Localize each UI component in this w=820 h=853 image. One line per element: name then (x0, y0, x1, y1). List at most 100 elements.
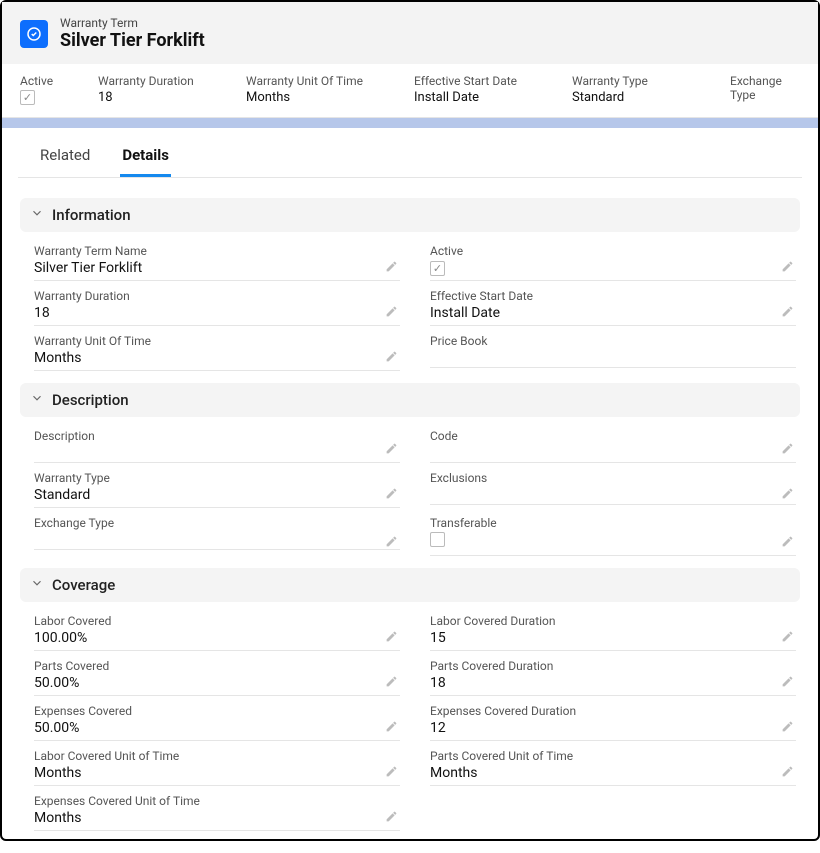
summary-start: Effective Start Date Install Date (414, 74, 564, 105)
edit-icon[interactable] (385, 440, 398, 459)
coverage-fields: Labor Covered 100.00% Labor Covered Dura… (20, 602, 800, 833)
field-value: Months (34, 350, 400, 371)
section-coverage-header[interactable]: Coverage (20, 568, 800, 602)
active-checkbox (20, 90, 35, 105)
section-description-header[interactable]: Description (20, 383, 800, 417)
field-label: Expenses Covered Unit of Time (34, 794, 400, 808)
field-label: Warranty Type (34, 471, 400, 485)
section-description-title: Description (52, 391, 129, 409)
field-parts-covered: Parts Covered 50.00% (34, 653, 400, 698)
edit-icon[interactable] (385, 485, 398, 504)
section-coverage: Coverage Labor Covered 100.00% Labor Cov… (20, 568, 800, 833)
summary-unit-label: Warranty Unit Of Time (246, 74, 406, 88)
field-value: Install Date (430, 305, 796, 326)
field-label: Exclusions (430, 471, 796, 485)
field-label: Parts Covered Duration (430, 659, 796, 673)
field-value (430, 445, 796, 463)
field-value: Months (34, 810, 400, 831)
page-title: Silver Tier Forklift (60, 30, 205, 52)
field-label: Active (430, 244, 796, 258)
field-value: 50.00% (34, 720, 400, 741)
edit-icon[interactable] (781, 673, 794, 692)
field-value: 18 (430, 675, 796, 696)
field-warranty-term-name: Warranty Term Name Silver Tier Forklift (34, 238, 400, 283)
summary-exchange: Exchange Type (730, 74, 800, 105)
field-exchange-type: Exchange Type (34, 510, 400, 558)
field-label: Warranty Duration (34, 289, 400, 303)
field-label: Parts Covered Unit of Time (430, 749, 796, 763)
section-information-title: Information (52, 206, 131, 224)
summary-duration-value: 18 (98, 90, 238, 105)
chevron-down-icon (30, 206, 44, 224)
description-fields: Description Code Warranty Type Standard … (20, 417, 800, 558)
edit-icon[interactable] (385, 808, 398, 827)
field-warranty-unit: Warranty Unit Of Time Months (34, 328, 400, 373)
edit-icon[interactable] (781, 258, 794, 277)
field-label: Expenses Covered Duration (430, 704, 796, 718)
tabs: Related Details (18, 128, 802, 178)
field-label: Expenses Covered (34, 704, 400, 718)
transferable-checkbox (430, 532, 445, 547)
field-labor-covered-unit: Labor Covered Unit of Time Months (34, 743, 400, 788)
edit-icon[interactable] (781, 763, 794, 782)
field-active: Active (430, 238, 796, 283)
field-value (34, 532, 400, 550)
active-checkbox-detail (430, 261, 445, 276)
edit-icon[interactable] (385, 258, 398, 277)
header-kicker: Warranty Term (60, 16, 205, 30)
edit-icon[interactable] (385, 533, 398, 552)
field-labor-covered-duration: Labor Covered Duration 15 (430, 608, 796, 653)
edit-icon[interactable] (385, 628, 398, 647)
edit-icon[interactable] (781, 628, 794, 647)
edit-icon[interactable] (781, 718, 794, 737)
field-value: Months (34, 765, 400, 786)
summary-row: Active Warranty Duration 18 Warranty Uni… (2, 64, 818, 118)
edit-icon[interactable] (385, 673, 398, 692)
tab-details[interactable]: Details (120, 140, 171, 177)
field-parts-covered-duration: Parts Covered Duration 18 (430, 653, 796, 698)
field-label: Transferable (430, 516, 796, 530)
field-expenses-covered-unit: Expenses Covered Unit of Time Months (34, 788, 400, 833)
field-label: Code (430, 429, 796, 443)
section-information-header[interactable]: Information (20, 198, 800, 232)
field-label: Exchange Type (34, 516, 400, 530)
summary-type: Warranty Type Standard (572, 74, 722, 105)
summary-active: Active (20, 74, 90, 105)
field-value: Standard (34, 487, 400, 508)
field-transferable: Transferable (430, 510, 796, 558)
chevron-down-icon (30, 576, 44, 594)
summary-type-value: Standard (572, 90, 722, 105)
summary-unit: Warranty Unit Of Time Months (246, 74, 406, 105)
field-value: 18 (34, 305, 400, 326)
field-value: Months (430, 765, 796, 786)
summary-active-label: Active (20, 74, 90, 88)
edit-icon[interactable] (781, 303, 794, 322)
section-description: Description Description Code Warranty Ty… (20, 383, 800, 558)
field-label: Warranty Term Name (34, 244, 400, 258)
edit-icon[interactable] (781, 440, 794, 459)
field-value: 12 (430, 720, 796, 741)
field-label: Price Book (430, 334, 796, 348)
field-label: Parts Covered (34, 659, 400, 673)
edit-icon[interactable] (385, 303, 398, 322)
edit-icon[interactable] (781, 485, 794, 504)
field-label: Effective Start Date (430, 289, 796, 303)
summary-type-label: Warranty Type (572, 74, 722, 88)
edit-icon[interactable] (385, 763, 398, 782)
field-description: Description (34, 423, 400, 465)
header-text: Warranty Term Silver Tier Forklift (60, 16, 205, 52)
field-labor-covered: Labor Covered 100.00% (34, 608, 400, 653)
warranty-icon (20, 20, 48, 48)
tab-related[interactable]: Related (38, 140, 92, 177)
divider-bar (2, 118, 818, 128)
summary-exchange-label: Exchange Type (730, 74, 800, 102)
edit-icon[interactable] (781, 533, 794, 552)
summary-duration: Warranty Duration 18 (98, 74, 238, 105)
chevron-down-icon (30, 391, 44, 409)
field-value: 100.00% (34, 630, 400, 651)
edit-icon[interactable] (385, 348, 398, 367)
information-fields: Warranty Term Name Silver Tier Forklift … (20, 232, 800, 373)
edit-icon[interactable] (385, 718, 398, 737)
field-value (430, 260, 796, 281)
field-value: Silver Tier Forklift (34, 260, 400, 281)
